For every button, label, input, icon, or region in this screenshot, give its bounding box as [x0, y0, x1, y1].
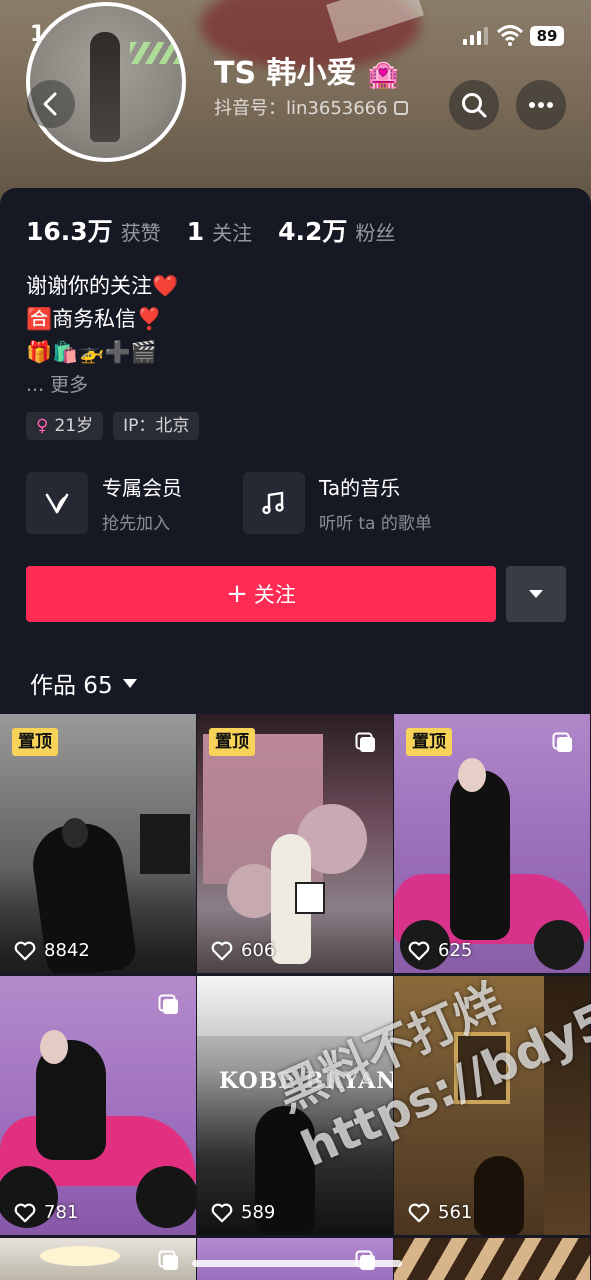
- like-count: 561: [408, 1202, 472, 1223]
- bio-more-link[interactable]: ... 更多: [26, 369, 178, 402]
- music-subtitle: 听听 ta 的歌单: [319, 514, 432, 534]
- ta-music-card[interactable]: Ta的音乐 听听 ta 的歌单: [243, 472, 432, 534]
- more-dots-icon: [529, 102, 553, 108]
- age-tag-text: 21岁: [54, 416, 94, 436]
- profile-name: TS 韩小爱 🏩: [214, 48, 399, 92]
- following-count[interactable]: 1: [187, 217, 204, 246]
- profile-stats: 16.3万 获赞 1 关注 4.2万 粉丝: [26, 212, 421, 248]
- video-tile[interactable]: 置顶 8842: [0, 714, 196, 973]
- copy-icon[interactable]: [393, 101, 408, 115]
- heart-outline-icon: [14, 1203, 36, 1222]
- pinned-badge: 置顶: [209, 728, 255, 756]
- chevron-left-icon: [43, 92, 57, 116]
- like-count: 781: [14, 1202, 78, 1223]
- heart-outline-icon: [211, 1203, 233, 1222]
- like-count-text: 781: [44, 1202, 79, 1223]
- works-tab-label: 作品 65: [30, 673, 113, 699]
- plus-icon: +: [226, 579, 248, 609]
- age-tag: ♀ 21岁: [26, 412, 104, 440]
- like-count-text: 561: [438, 1202, 473, 1223]
- exclusive-membership-card[interactable]: 专属会员 抢先加入: [26, 472, 182, 534]
- followers-label[interactable]: 粉丝: [355, 217, 395, 246]
- follow-button-label: 关注: [253, 583, 296, 607]
- like-count: 8842: [14, 940, 90, 961]
- video-tile[interactable]: [197, 1238, 393, 1280]
- battery-indicator: 89: [530, 26, 564, 46]
- bio-line: 🎁🛍️🚁➕🎬: [26, 340, 157, 364]
- recommend-dropdown-button[interactable]: [506, 566, 566, 622]
- heart-outline-icon: [408, 1203, 430, 1222]
- ip-location-tag: IP：北京: [113, 412, 200, 440]
- followers-count[interactable]: 4.2万: [278, 212, 347, 248]
- profile-bio: 谢谢你的关注❤️ 🈴商务私信❣️ 🎁🛍️🚁➕🎬 ... 更多: [26, 270, 178, 402]
- love-hotel-emoji: 🏩: [366, 60, 400, 90]
- video-tile[interactable]: [0, 1238, 196, 1280]
- following-label[interactable]: 关注: [212, 217, 252, 246]
- bio-line: 谢谢你的关注❤️: [26, 274, 179, 298]
- membership-title: 专属会员: [102, 476, 182, 500]
- female-symbol-icon: ♀: [36, 416, 49, 436]
- heart-outline-icon: [14, 941, 36, 960]
- multi-image-icon: [355, 732, 375, 752]
- heart-outline-icon: [408, 941, 430, 960]
- membership-subtitle: 抢先加入: [102, 514, 170, 534]
- caret-down-icon: [529, 590, 543, 598]
- back-button[interactable]: [27, 80, 75, 128]
- caret-down-icon: [122, 678, 137, 688]
- profile-info-panel: 16.3万 获赞 1 关注 4.2万 粉丝 谢谢你的关注❤️ 🈴商务私信❣️ 🎁…: [0, 188, 591, 716]
- douyin-id[interactable]: 抖音号：lin3653666: [214, 94, 408, 120]
- douyin-id-text: 抖音号：lin3653666: [214, 98, 388, 119]
- like-count: 606: [211, 940, 275, 961]
- like-count-text: 8842: [44, 940, 90, 961]
- profile-name-text: TS 韩小爱: [214, 56, 357, 91]
- wifi-icon: [497, 25, 523, 46]
- pinned-badge: 置顶: [12, 728, 58, 756]
- works-tab[interactable]: 作品 65: [30, 666, 137, 700]
- heart-outline-icon: [211, 941, 233, 960]
- multi-image-icon: [158, 994, 178, 1014]
- music-note-icon: [243, 472, 305, 534]
- more-options-button[interactable]: [516, 80, 566, 130]
- profile-page: 14:50 89 TS 韩小爱 🏩 抖音号：lin3653666: [0, 0, 591, 1280]
- multi-image-icon: [552, 732, 572, 752]
- video-tile[interactable]: 置顶 625: [394, 714, 590, 973]
- video-tile[interactable]: 置顶 606: [197, 714, 393, 973]
- music-title: Ta的音乐: [319, 476, 401, 500]
- search-icon: [462, 93, 487, 118]
- likes-count: 16.3万: [26, 217, 113, 246]
- like-count-text: 606: [241, 940, 276, 961]
- search-button[interactable]: [449, 80, 499, 130]
- follow-button[interactable]: + 关注: [26, 566, 496, 622]
- like-count: 625: [408, 940, 472, 961]
- pinned-badge: 置顶: [406, 728, 452, 756]
- like-count: 589: [211, 1202, 275, 1223]
- video-tile[interactable]: [394, 1238, 590, 1280]
- video-tile[interactable]: 781: [0, 976, 196, 1235]
- like-count-text: 625: [438, 940, 473, 961]
- v-logo-icon: [26, 472, 88, 534]
- cellular-signal-icon: [463, 27, 488, 45]
- likes-label: 获赞: [120, 221, 161, 245]
- profile-tags: ♀ 21岁 IP：北京: [26, 412, 200, 440]
- home-indicator: [192, 1260, 402, 1267]
- like-count-text: 589: [241, 1202, 276, 1223]
- multi-image-icon: [158, 1250, 178, 1270]
- bio-line: 🈴商务私信❣️: [26, 307, 163, 331]
